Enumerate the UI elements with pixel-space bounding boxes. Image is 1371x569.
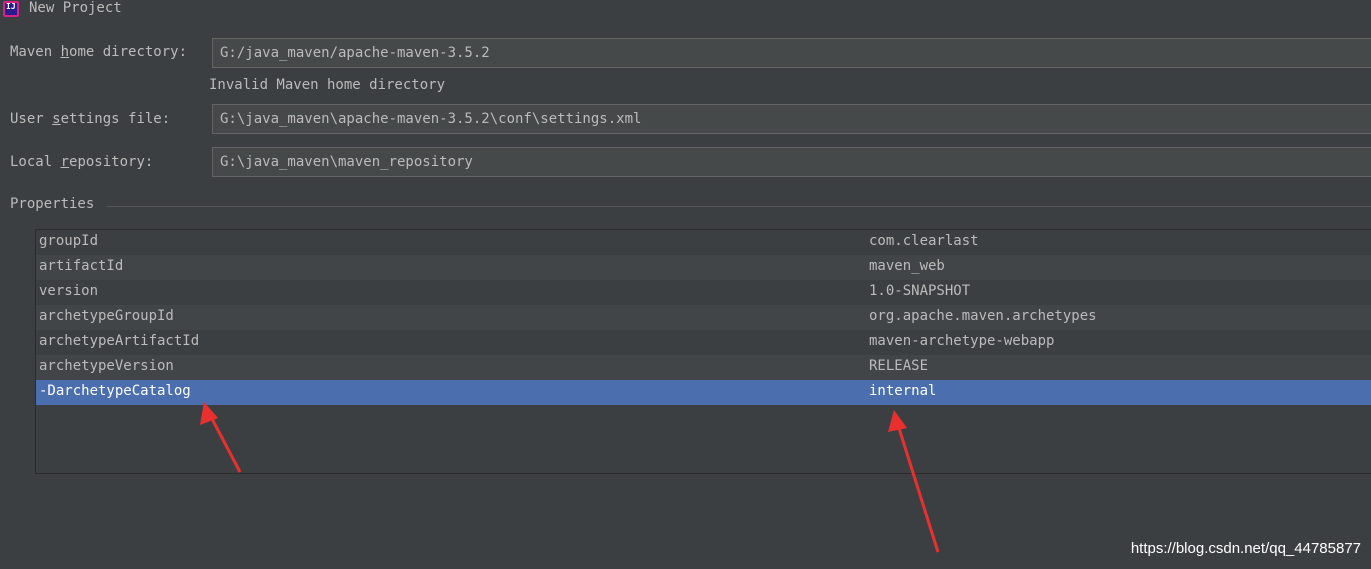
- watermark: https://blog.csdn.net/qq_44785877: [1130, 540, 1361, 557]
- annotation-arrows: [200, 402, 940, 553]
- arrow-to-key: [200, 402, 242, 473]
- arrow-to-value: [888, 410, 940, 553]
